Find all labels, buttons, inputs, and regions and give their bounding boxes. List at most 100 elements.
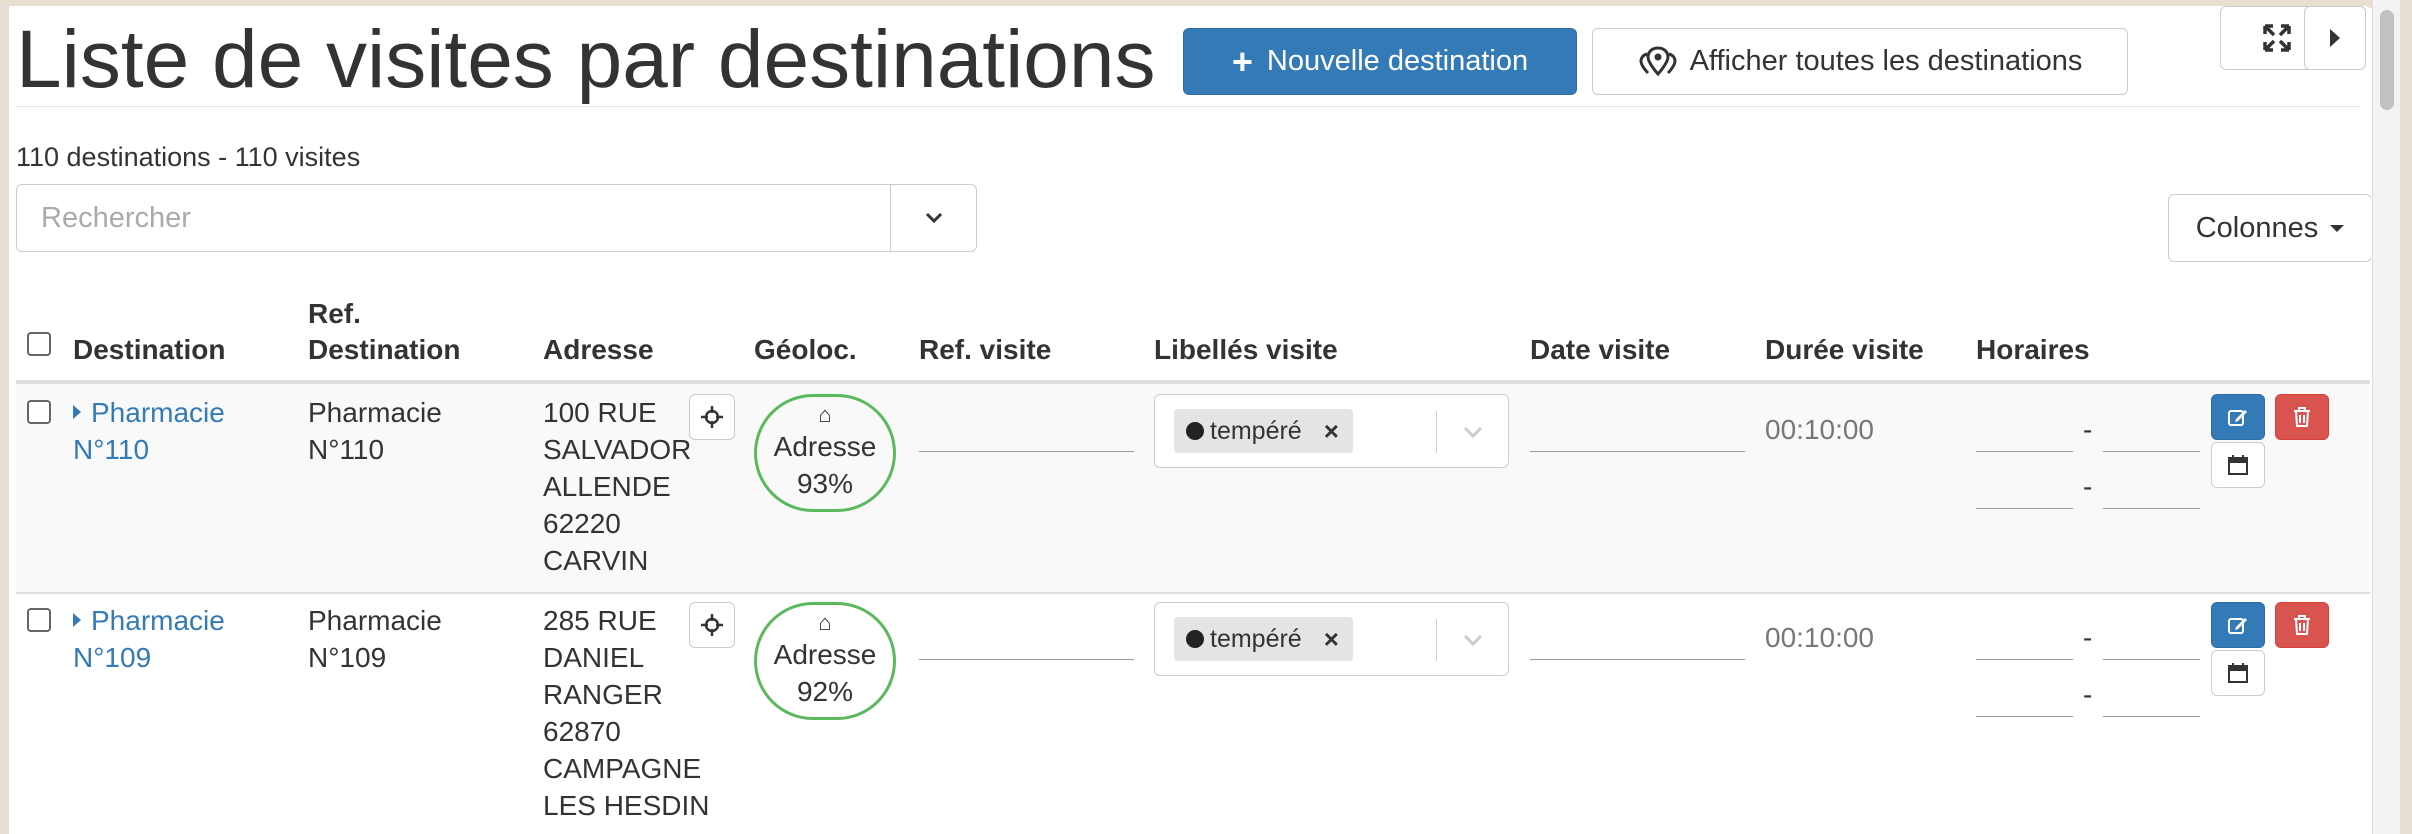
select-separator — [1436, 619, 1437, 661]
header-geoloc[interactable]: Géoloc. — [754, 332, 857, 368]
header-date-visite[interactable]: Date visite — [1530, 332, 1670, 368]
ref-destination-line2: N°109 — [308, 642, 387, 673]
visit-tags-select[interactable]: tempéré × — [1154, 394, 1509, 468]
header-libelles-visite[interactable]: Libellés visite — [1154, 332, 1338, 368]
show-all-destinations-button[interactable]: Afficher toutes les destinations — [1592, 28, 2128, 95]
edit-icon — [2228, 410, 2247, 426]
duree-visite[interactable]: 00:10:00 — [1765, 622, 1874, 654]
caret-right-icon — [73, 612, 81, 627]
trash-icon — [2294, 615, 2310, 635]
columns-label: Colonnes — [2195, 211, 2319, 244]
horaire-start-input[interactable] — [1976, 715, 2073, 717]
plus-icon: + — [1231, 40, 1253, 82]
header-destination[interactable]: Destination — [73, 332, 225, 368]
horaire-end-input[interactable] — [2103, 658, 2200, 660]
show-all-destinations-label: Afficher toutes les destinations — [1689, 45, 2083, 77]
home-icon: ⌂ — [818, 402, 832, 427]
select-all-checkbox[interactable] — [27, 332, 51, 356]
destination-name-line1: Pharmacie — [91, 397, 225, 428]
destination-name-line2[interactable]: N°110 — [73, 431, 149, 468]
columns-button[interactable]: Colonnes — [2168, 194, 2371, 262]
scrollbar-thumb[interactable] — [2380, 10, 2394, 110]
header-ref-destination-line1[interactable]: Ref. — [308, 296, 361, 332]
remove-tag-icon[interactable]: × — [1324, 416, 1339, 447]
horaire-end-input[interactable] — [2103, 507, 2200, 509]
caret-down-icon — [2330, 224, 2345, 232]
ref-destination-line1: Pharmacie — [308, 397, 442, 428]
duree-visite[interactable]: 00:10:00 — [1765, 414, 1874, 446]
address-line: DANIEL — [543, 642, 645, 673]
delete-button[interactable] — [2275, 394, 2329, 440]
header-adresse[interactable]: Adresse — [543, 332, 654, 368]
header-ref-destination-line2[interactable]: Destination — [308, 332, 460, 368]
destination-link[interactable]: Pharmacie — [73, 602, 225, 639]
expand-icon — [2263, 24, 2291, 52]
horaire-start-input[interactable] — [1976, 507, 2073, 509]
geolocate-button[interactable] — [689, 602, 735, 648]
tag-color-dot — [1186, 630, 1204, 648]
map-background-left — [0, 0, 9, 834]
header-duree-visite[interactable]: Durée visite — [1765, 332, 1924, 368]
row-checkbox[interactable] — [27, 400, 51, 424]
horaire-separator: - — [2083, 622, 2093, 653]
destination-name-line2[interactable]: N°109 — [73, 639, 151, 676]
date-visite-input[interactable] — [1530, 450, 1745, 452]
geocoding-score-badge: ⌂ Adresse 93% — [754, 394, 896, 512]
crosshair-icon — [701, 406, 723, 428]
date-visite-input[interactable] — [1530, 658, 1745, 660]
search-dropdown-button[interactable] — [891, 184, 977, 252]
new-destination-label: Nouvelle destination — [1266, 45, 1529, 77]
destination-link[interactable]: Pharmacie — [73, 394, 225, 431]
new-destination-button[interactable]: + Nouvelle destination — [1183, 28, 1577, 95]
home-icon: ⌂ — [818, 610, 832, 635]
horaire-separator: - — [2083, 414, 2093, 445]
address-line: ALLENDE — [543, 471, 671, 502]
row-checkbox[interactable] — [27, 608, 51, 632]
tag-chip: tempéré × — [1174, 409, 1353, 453]
geolocate-button[interactable] — [689, 394, 735, 440]
horaire-separator: - — [2083, 471, 2093, 502]
horaire-start-input[interactable] — [1976, 658, 2073, 660]
horaire-end-input[interactable] — [2103, 715, 2200, 717]
horaire-separator: - — [2083, 679, 2093, 710]
tag-color-dot — [1186, 422, 1204, 440]
search-group — [16, 184, 977, 252]
geocoding-label: Adresse — [773, 639, 877, 670]
ref-visite-input[interactable] — [919, 450, 1134, 452]
ref-visite-input[interactable] — [919, 658, 1134, 660]
destinations-visits-count: 110 destinations - 110 visites — [16, 142, 361, 172]
address-line: SALVADOR — [543, 434, 692, 465]
chevron-down-icon[interactable] — [1455, 623, 1491, 657]
caret-right-icon — [2330, 29, 2340, 47]
address-line: 100 RUE — [543, 397, 657, 428]
page-title: Liste de visites par destinations — [16, 14, 1156, 105]
visit-tags-select[interactable]: tempéré × — [1154, 602, 1509, 676]
header-ref-visite[interactable]: Ref. visite — [919, 332, 1051, 368]
horaire-start-input[interactable] — [1976, 450, 2073, 452]
calendar-icon — [2228, 455, 2248, 475]
chevron-down-icon[interactable] — [1455, 415, 1491, 449]
geocoding-score-badge: ⌂ Adresse 92% — [754, 602, 896, 720]
address-line: RANGER — [543, 679, 663, 710]
title-divider — [16, 106, 2360, 107]
edit-button[interactable] — [2211, 394, 2265, 440]
search-input[interactable] — [16, 184, 891, 252]
select-separator — [1436, 411, 1437, 453]
header-horaires[interactable]: Horaires — [1976, 332, 2090, 368]
calendar-button[interactable] — [2211, 442, 2265, 488]
map-markers-icon — [1639, 45, 1677, 76]
collapse-panel-button[interactable] — [2304, 6, 2366, 70]
address-line: 285 RUE — [543, 605, 657, 636]
edit-button[interactable] — [2211, 602, 2265, 648]
visits-panel: Liste de visites par destinations + Nouv… — [9, 6, 2371, 834]
edit-icon — [2228, 618, 2247, 634]
chevron-down-icon — [925, 212, 942, 224]
trash-icon — [2294, 407, 2310, 427]
remove-tag-icon[interactable]: × — [1324, 624, 1339, 655]
horaire-end-input[interactable] — [2103, 450, 2200, 452]
vertical-scrollbar[interactable] — [2372, 0, 2400, 834]
delete-button[interactable] — [2275, 602, 2329, 648]
calendar-button[interactable] — [2211, 650, 2265, 696]
geocoding-score: 93% — [796, 468, 854, 499]
crosshair-icon — [701, 614, 723, 636]
